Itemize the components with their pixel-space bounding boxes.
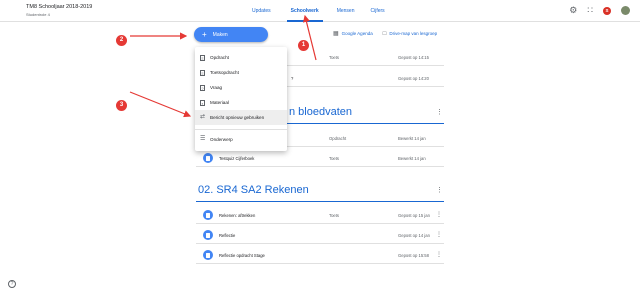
annotation-badge-1: 1 — [298, 40, 309, 51]
arrow-3 — [129, 91, 192, 118]
annotation-badge-3: 3 — [116, 100, 127, 111]
annotation-badge-2: 2 — [116, 35, 127, 46]
arrow-1 — [302, 14, 317, 61]
annotation-arrows — [129, 14, 317, 118]
